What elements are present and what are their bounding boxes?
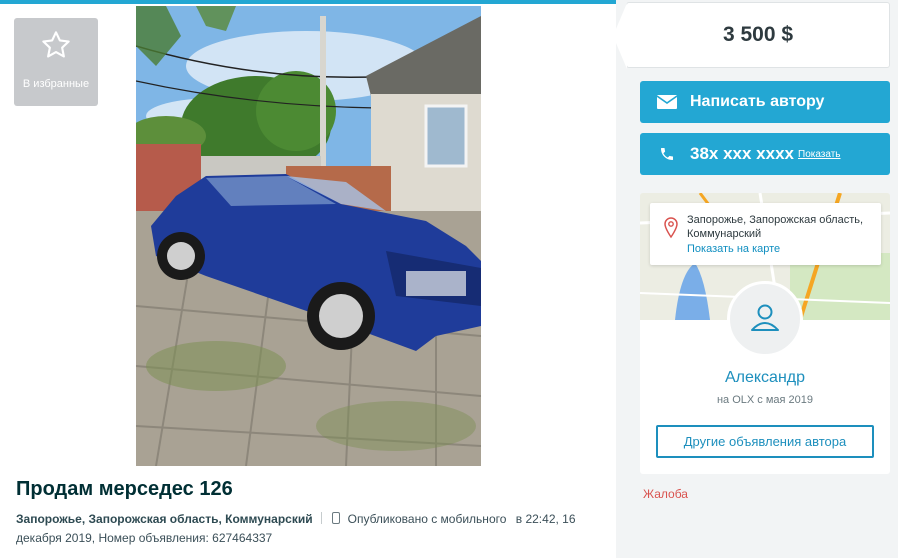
- user-icon: [748, 300, 782, 339]
- listing-card: В избранные Продам мерседес 126 Запорожь…: [0, 0, 616, 558]
- show-on-map-link[interactable]: Показать на карте: [687, 243, 780, 255]
- show-phone-link[interactable]: Показать: [798, 149, 841, 160]
- seller-since: на OLX с мая 2019: [716, 394, 814, 406]
- price-box: 3 500 $: [613, 2, 890, 69]
- ad-title: Продам мерседес 126: [16, 478, 233, 500]
- map-pin-icon: [664, 217, 678, 244]
- add-to-favorites-button[interactable]: В избранные: [14, 18, 98, 106]
- seller-card: Запорожье, Запорожская область, Коммунар…: [640, 193, 890, 474]
- avatar[interactable]: [727, 281, 803, 357]
- listing-photo[interactable]: [136, 6, 481, 466]
- popup-address: Запорожье, Запорожская область, Коммунар…: [687, 214, 864, 240]
- location-popup: Запорожье, Запорожская область, Коммунар…: [650, 203, 881, 265]
- envelope-icon: [656, 95, 678, 109]
- favorites-label: В избранные: [22, 77, 90, 90]
- message-author-label: Написать автору: [690, 93, 825, 110]
- ad-location[interactable]: Запорожье, Запорожская область, Коммунар…: [16, 512, 313, 526]
- published-prefix: Опубликовано с мобильного: [347, 512, 507, 526]
- mobile-icon: [331, 512, 340, 524]
- ad-meta: Запорожье, Запорожская область, Коммунар…: [16, 510, 596, 548]
- seller-name[interactable]: Александр: [640, 369, 890, 387]
- phone-icon: [656, 145, 678, 163]
- star-icon: [40, 30, 72, 66]
- other-ads-button[interactable]: Другие объявления автора: [656, 425, 874, 458]
- show-phone-button[interactable]: 38x xxx xxxx Показать: [640, 133, 890, 175]
- message-author-button[interactable]: Написать автору: [640, 81, 890, 123]
- price: 3 500 $: [722, 23, 794, 46]
- phone-number: 38x xxx xxxx: [690, 144, 794, 163]
- meta-divider: [320, 512, 322, 524]
- complain-link[interactable]: Жалоба: [643, 487, 688, 501]
